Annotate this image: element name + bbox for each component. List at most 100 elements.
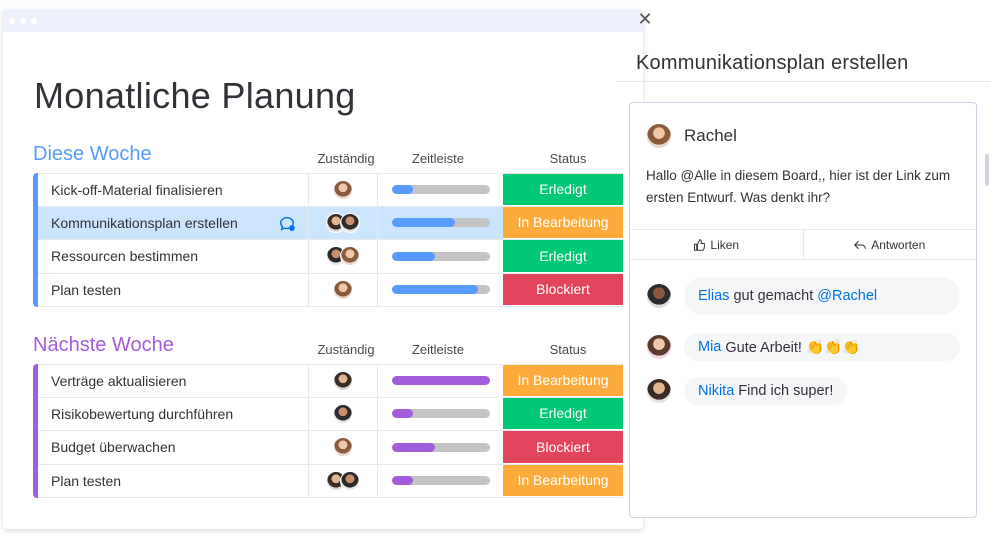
item-name[interactable]: Kick-off-Material finalisieren — [38, 174, 308, 206]
group-name[interactable]: Diese Woche — [33, 143, 152, 166]
item-name[interactable]: Kommunikationsplan erstellen — [38, 207, 308, 240]
reply-button[interactable]: Antworten — [802, 230, 977, 259]
timeline-cell[interactable] — [378, 398, 503, 431]
column-header-timeline[interactable]: Zeitleiste — [378, 342, 498, 357]
group-header: Nächste Woche Zuständig Zeitleiste Statu… — [33, 334, 623, 364]
close-icon[interactable]: ✕ — [636, 10, 654, 28]
timeline-bar-fill — [391, 185, 414, 195]
person-avatar-8[interactable] — [333, 403, 353, 424]
post-text: Hallo @Alle in diesem Board,, hier ist d… — [646, 168, 951, 205]
table-row[interactable]: Verträge aktualisieren In Bearbeitung — [38, 364, 623, 398]
timeline-cell[interactable] — [378, 274, 503, 307]
mia-avatar[interactable] — [646, 334, 672, 360]
status-badge[interactable]: Blockiert — [503, 431, 623, 464]
table-row[interactable]: Risikobewertung durchführen Erledigt — [38, 397, 623, 431]
status-badge[interactable]: Blockiert — [503, 273, 623, 306]
item-name[interactable]: Plan testen — [38, 274, 308, 307]
column-header-owner[interactable]: Zuständig — [311, 342, 381, 357]
post-author[interactable]: Rachel — [684, 126, 737, 146]
stage: Monatliche Planung Diese Woche Zuständig… — [0, 0, 991, 546]
person-avatar-3[interactable] — [340, 212, 360, 233]
item-name[interactable]: Plan testen — [38, 465, 308, 498]
status-badge[interactable]: Erledigt — [503, 174, 623, 206]
post-actions: Liken Antworten — [630, 229, 976, 260]
elias-avatar[interactable] — [646, 283, 672, 309]
item-name[interactable]: Risikobewertung durchführen — [38, 398, 308, 431]
timeline-cell[interactable] — [378, 365, 503, 397]
group-next-week: Nächste Woche Zuständig Zeitleiste Statu… — [33, 334, 623, 498]
board-title: Monatliche Planung — [34, 75, 356, 116]
group-name[interactable]: Nächste Woche — [33, 334, 174, 357]
reply-bubble: Mia Gute Arbeit! 👏👏👏 — [684, 333, 960, 361]
person-avatar-11[interactable] — [340, 470, 360, 491]
status-badge[interactable]: In Bearbeitung — [503, 365, 623, 397]
reply-author[interactable]: Mia — [698, 339, 721, 355]
item-name-text: Ressourcen bestimmen — [51, 248, 199, 265]
reply-text: Gute Arbeit! 👏👏👏 — [725, 339, 861, 356]
timeline-cell[interactable] — [378, 174, 503, 206]
window-dot — [20, 17, 26, 24]
timeline-bar-fill — [391, 285, 478, 295]
item-name-text: Kommunikationsplan erstellen — [51, 214, 238, 231]
rachel-avatar[interactable] — [646, 123, 672, 149]
item-name[interactable]: Verträge aktualisieren — [38, 365, 308, 397]
table-row[interactable]: Kick-off-Material finalisieren Erledigt — [38, 173, 623, 207]
timeline-bar-fill — [391, 251, 435, 261]
person-avatar-1[interactable] — [333, 179, 353, 200]
item-name-text: Risikobewertung durchführen — [51, 405, 234, 422]
status-badge[interactable]: Erledigt — [503, 397, 623, 430]
status-badge[interactable]: Erledigt — [503, 240, 623, 273]
update-card: Rachel Hallo @Alle in diesem Board,, hie… — [629, 102, 977, 518]
item-name[interactable]: Budget überwachen — [38, 431, 308, 464]
reply-bubble: Nikita Find ich super! — [684, 377, 848, 405]
reply-text: gut gemacht — [733, 288, 814, 304]
status-badge[interactable]: In Bearbeitung — [503, 464, 623, 497]
group-rows: Verträge aktualisieren In Bearbeitung Risi… — [33, 364, 623, 498]
reply-author[interactable]: Elias — [698, 288, 729, 304]
table-row[interactable]: Plan testen Blockiert — [38, 273, 623, 307]
owner-cell[interactable] — [308, 365, 378, 397]
owner-cell[interactable] — [308, 240, 378, 273]
column-header-owner[interactable]: Zuständig — [311, 151, 381, 166]
owner-cell[interactable] — [308, 174, 378, 206]
person-avatar-9[interactable] — [333, 437, 353, 458]
timeline-bar — [391, 185, 490, 195]
timeline-bar — [391, 218, 490, 228]
person-avatar-7[interactable] — [333, 370, 353, 391]
reply-item: Mia Gute Arbeit! 👏👏👏 — [646, 333, 960, 361]
person-avatar-5[interactable] — [340, 246, 360, 267]
owner-cell[interactable] — [308, 397, 378, 430]
owner-cell[interactable] — [308, 464, 378, 497]
timeline-cell[interactable] — [378, 465, 503, 498]
group-header: Diese Woche Zuständig Zeitleiste Status — [33, 143, 623, 173]
table-row[interactable]: Plan testen In Bearbeitung — [38, 464, 623, 498]
owner-cell[interactable] — [308, 206, 378, 239]
owner-cell[interactable] — [308, 273, 378, 306]
person-avatar-6[interactable] — [333, 279, 353, 300]
timeline-bar-fill — [391, 376, 490, 386]
reply-mention[interactable]: @Rachel — [817, 288, 877, 304]
window-dot — [9, 17, 15, 24]
column-header-status[interactable]: Status — [503, 151, 633, 166]
like-label: Liken — [710, 237, 740, 252]
timeline-cell[interactable] — [378, 240, 503, 273]
table-row[interactable]: Budget überwachen Blockiert — [38, 431, 623, 465]
post-header: Rachel — [646, 123, 737, 149]
like-button[interactable]: Liken — [630, 230, 803, 259]
item-name[interactable]: Ressourcen bestimmen — [38, 240, 308, 273]
nikita-avatar[interactable] — [646, 378, 672, 404]
column-header-status[interactable]: Status — [503, 342, 633, 357]
timeline-cell[interactable] — [378, 431, 503, 464]
timeline-cell[interactable] — [378, 207, 503, 240]
timeline-bar — [391, 251, 490, 261]
owner-cell[interactable] — [308, 431, 378, 464]
table-row[interactable]: Ressourcen bestimmen Erledigt — [38, 240, 623, 274]
reply-author[interactable]: Nikita — [698, 383, 734, 399]
scrollbar[interactable] — [985, 154, 989, 186]
status-badge[interactable]: In Bearbeitung — [503, 206, 623, 239]
group-rows: Kick-off-Material finalisieren Erledigt Ko… — [33, 173, 623, 307]
item-name-text: Kick-off-Material finalisieren — [51, 181, 223, 198]
updates-chat-icon[interactable] — [278, 215, 296, 233]
column-header-timeline[interactable]: Zeitleiste — [378, 151, 498, 166]
table-row[interactable]: Kommunikationsplan erstellen In Bearbeitu… — [38, 206, 623, 240]
